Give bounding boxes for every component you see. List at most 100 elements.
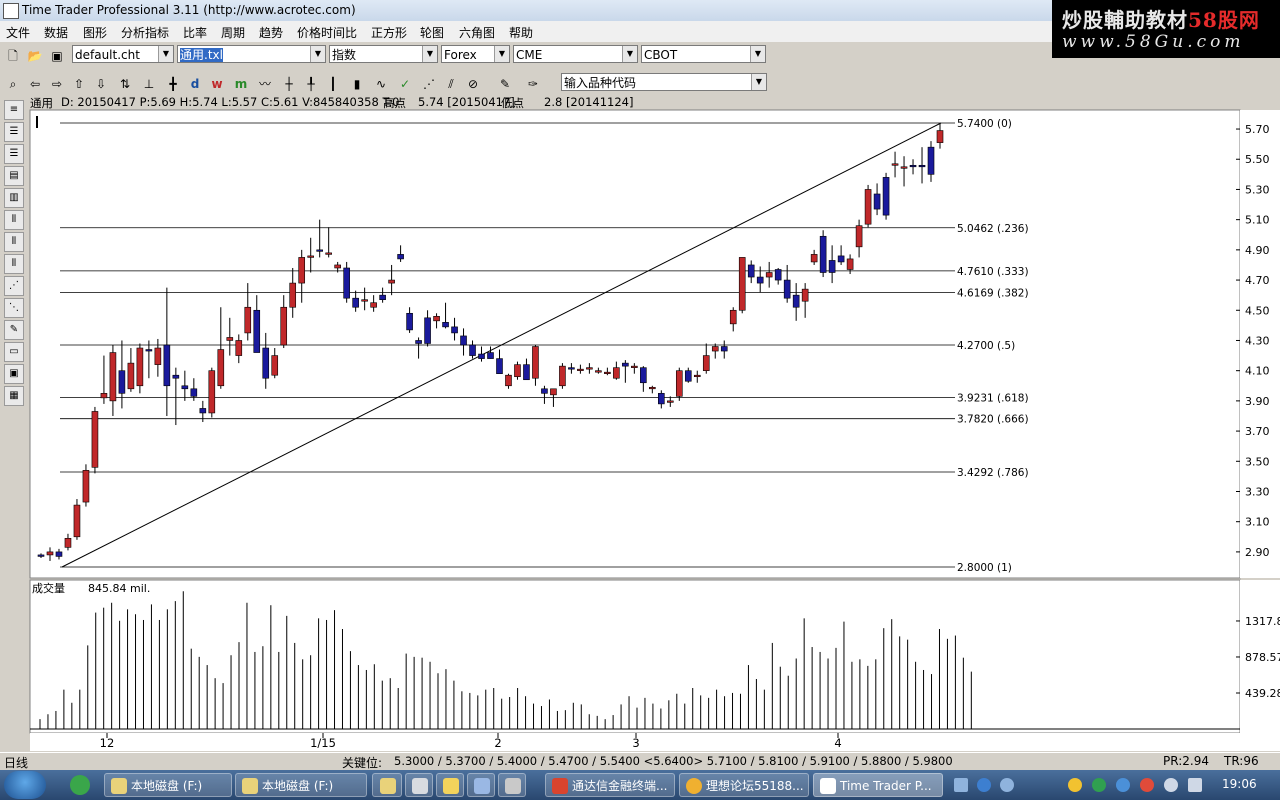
fib-price-label: 2.8000 xyxy=(957,562,994,574)
volume-pane[interactable] xyxy=(29,579,1241,734)
clock: 19:06 xyxy=(1222,777,1257,791)
price-tick-label: 3.30 xyxy=(1245,485,1270,498)
fib-price-label: 4.2700 xyxy=(957,340,994,352)
price-tick-label: 3.70 xyxy=(1245,425,1270,438)
security-icon[interactable] xyxy=(1068,778,1082,792)
candle-body xyxy=(828,260,836,273)
folder-icon xyxy=(111,778,127,794)
candle-body xyxy=(271,355,279,376)
candle-body xyxy=(729,309,737,325)
keyboard-icon[interactable] xyxy=(954,778,968,792)
taskbar-item-app5[interactable] xyxy=(498,773,526,797)
time-tick-label: 2 xyxy=(494,736,501,750)
candle-body xyxy=(298,257,306,284)
candle-body xyxy=(496,358,503,374)
note-icon xyxy=(443,778,459,794)
candle-body xyxy=(559,365,566,387)
candle-body xyxy=(675,370,683,397)
candle-body xyxy=(774,269,782,281)
candle-body xyxy=(900,166,908,169)
time-tick-label: 3 xyxy=(632,736,639,750)
candle-body xyxy=(127,362,135,390)
price-chart[interactable]: 成交量 845.84 mil. 5.7400 (0) 5.0462 (.236) 4.7… xyxy=(0,0,1280,752)
candle-body xyxy=(109,352,117,402)
candle-body xyxy=(936,130,944,143)
network-icon[interactable] xyxy=(1188,778,1202,792)
price-pane[interactable] xyxy=(29,109,1241,579)
candle-body xyxy=(693,374,701,378)
price-tick-label: 3.50 xyxy=(1245,455,1270,468)
candle-body xyxy=(460,335,467,346)
update-icon[interactable] xyxy=(1116,778,1130,792)
candle-body xyxy=(244,306,252,334)
pr-status: PR:2.94 xyxy=(1163,754,1209,768)
volume-icon[interactable] xyxy=(1164,778,1178,792)
start-button[interactable] xyxy=(4,771,46,799)
candle-body xyxy=(711,346,719,352)
price-tick-label: 5.50 xyxy=(1245,153,1270,166)
taskbar-item-app3[interactable] xyxy=(436,773,464,797)
candle-body xyxy=(316,249,323,252)
candle-body xyxy=(226,337,234,341)
settings-icon[interactable] xyxy=(1000,778,1014,792)
taskbar-item-tdx[interactable]: 通达信金融终端... xyxy=(545,773,675,797)
alert-icon[interactable] xyxy=(1140,778,1154,792)
candle-body xyxy=(379,294,386,300)
volume-tick-label: 1317.85 xyxy=(1245,615,1280,628)
candle-body xyxy=(100,393,108,399)
taskbar-item-app[interactable] xyxy=(372,773,402,797)
taskbar-item-app2[interactable] xyxy=(405,773,433,797)
fib-ratio-label: (1) xyxy=(997,562,1012,574)
candle-body xyxy=(289,282,297,308)
folder-icon xyxy=(242,778,258,794)
candle-body xyxy=(487,352,494,359)
taskbar-item-drive2[interactable]: 本地磁盘 (F:) xyxy=(235,773,367,797)
shield-icon[interactable] xyxy=(1092,778,1106,792)
candle-body xyxy=(190,388,198,397)
candle-body xyxy=(765,272,773,278)
app-icon xyxy=(380,778,396,794)
candle-body xyxy=(882,177,890,216)
candle-body xyxy=(792,294,800,308)
candle-body xyxy=(684,370,692,382)
time-tick-label: 12 xyxy=(100,736,115,750)
candle-body xyxy=(415,340,422,344)
time-tick-label: 1/15 xyxy=(310,736,336,750)
taskbar-item-forum[interactable]: 理想论坛55188... xyxy=(679,773,809,797)
candle-body xyxy=(514,364,521,378)
browser-quick-icon[interactable] xyxy=(70,775,90,795)
fib-price-label: 5.0462 xyxy=(957,223,994,235)
key-levels-label: 关键位: xyxy=(342,756,383,770)
browser-icon xyxy=(686,778,702,794)
candle-body xyxy=(577,368,584,371)
taskbar-item-drive1[interactable]: 本地磁盘 (F:) xyxy=(104,773,232,797)
tr-status: TR:96 xyxy=(1224,754,1259,768)
taskbar-item-timetrader[interactable]: Time Trader P... xyxy=(813,773,943,797)
candle-body xyxy=(352,297,359,308)
candle-body xyxy=(810,254,818,263)
candle-body xyxy=(523,364,530,381)
taskbar-item-app4[interactable] xyxy=(467,773,495,797)
candle-body xyxy=(46,551,54,556)
candle-body xyxy=(334,264,341,269)
candle-body xyxy=(873,193,881,210)
candle-body xyxy=(505,374,512,387)
candle-body xyxy=(172,374,180,379)
candle-body xyxy=(325,252,332,255)
candle-body xyxy=(909,164,917,168)
taskbar: 本地磁盘 (F:) 本地磁盘 (F:) 通达信金融终端... 理想论坛55188… xyxy=(0,770,1280,800)
price-tick-label: 4.10 xyxy=(1245,365,1270,378)
fib-ratio-label: (0) xyxy=(997,118,1012,130)
fib-price-label: 4.7610 xyxy=(957,266,994,278)
candle-body xyxy=(541,388,548,394)
help-icon[interactable] xyxy=(977,778,991,792)
tool-icon xyxy=(505,778,521,794)
fib-price-label: 5.7400 xyxy=(957,118,994,130)
fib-ratio-label: (.333) xyxy=(997,266,1029,278)
candle-body xyxy=(720,346,728,352)
candle-body xyxy=(181,385,189,390)
candle-body xyxy=(918,164,926,168)
candle-body xyxy=(253,309,261,353)
period-status: 日线 xyxy=(4,756,29,770)
doc-icon xyxy=(412,778,428,794)
